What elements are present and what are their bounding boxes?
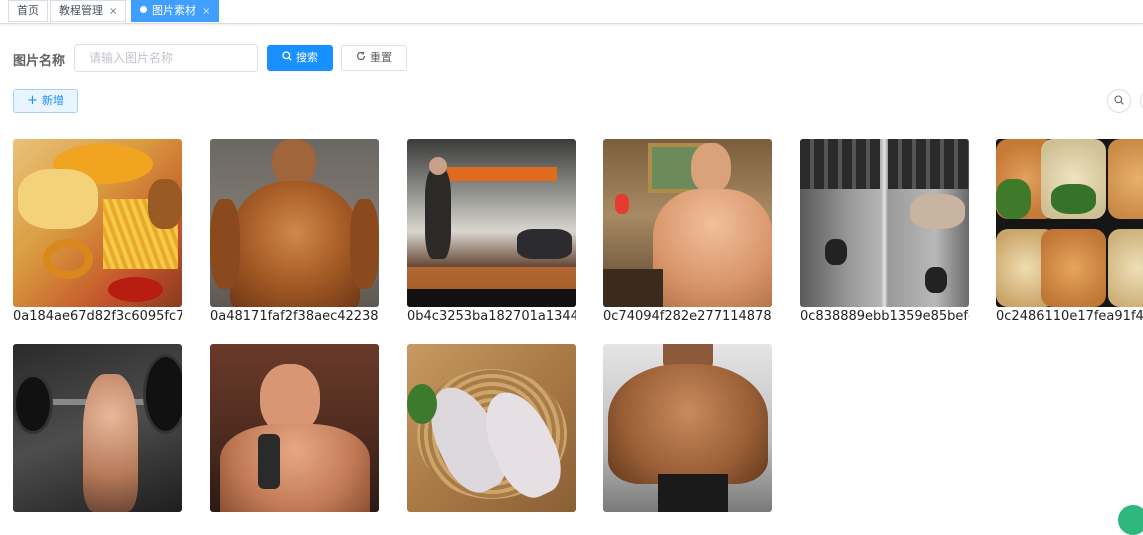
image-name: 0c838889ebb1359e85befe: [800, 309, 969, 324]
image-thumbnail-dumbbells[interactable]: [800, 139, 969, 307]
tab-home-label: 首页: [17, 4, 39, 17]
image-card[interactable]: 0a184ae67d82f3c6095fc74: [13, 139, 182, 326]
image-thumbnail-curl[interactable]: [210, 344, 379, 512]
image-name: 0a48171faf2f38aec422388: [210, 309, 379, 324]
image-name-input[interactable]: [74, 44, 258, 72]
floating-action-button[interactable]: [1118, 505, 1143, 535]
image-thumbnail-squid[interactable]: [407, 344, 576, 512]
tags-view-bar: 首页 教程管理 × 图片素材 ×: [0, 0, 1143, 24]
reset-button-label: 重置: [370, 51, 392, 64]
image-thumbnail-barbell[interactable]: [13, 344, 182, 512]
search-icon: [1114, 94, 1124, 107]
image-thumbnail-gym[interactable]: [407, 139, 576, 307]
toggle-search-button[interactable]: [1107, 89, 1131, 113]
image-name: 0a184ae67d82f3c6095fc74: [13, 309, 182, 324]
reset-button[interactable]: 重置: [341, 45, 407, 71]
search-button[interactable]: 搜索: [267, 45, 333, 71]
image-name-label: 图片名称: [13, 54, 66, 69]
tab-home[interactable]: 首页: [8, 0, 48, 22]
close-icon[interactable]: ×: [202, 6, 210, 17]
image-card[interactable]: 0c838889ebb1359e85befe: [800, 139, 969, 326]
image-card[interactable]: [13, 344, 182, 512]
active-dot-icon: [140, 6, 147, 13]
tab-tutorial-management[interactable]: 教程管理 ×: [50, 0, 127, 22]
image-name: 0c2486110e17fea91f49: [996, 309, 1143, 324]
image-card[interactable]: [603, 344, 772, 512]
search-button-label: 搜索: [296, 51, 318, 64]
image-name: 0b4c3253ba182701a1344: [407, 309, 576, 324]
image-card[interactable]: 0b4c3253ba182701a1344: [407, 139, 576, 326]
image-card[interactable]: 0c74094f282e277114878c: [603, 139, 772, 326]
add-button[interactable]: + 新增: [13, 89, 78, 113]
close-icon[interactable]: ×: [109, 6, 117, 17]
tab-tutorial-label: 教程管理: [59, 4, 103, 17]
image-thumbnail-bodybuilder[interactable]: [210, 139, 379, 307]
image-card[interactable]: [210, 344, 379, 512]
image-thumbnail-back[interactable]: [603, 344, 772, 512]
search-icon: [282, 46, 292, 70]
image-thumbnail-portrait[interactable]: [603, 139, 772, 307]
plus-icon: +: [27, 93, 38, 108]
image-card[interactable]: 0a48171faf2f38aec422388: [210, 139, 379, 326]
tab-image-label: 图片素材: [152, 4, 196, 17]
add-button-label: 新增: [41, 94, 64, 107]
image-thumbnail-meal-prep[interactable]: [996, 139, 1143, 307]
tab-image-materials[interactable]: 图片素材 ×: [131, 0, 220, 22]
image-name: 0c74094f282e277114878c: [603, 309, 772, 324]
refresh-icon: [356, 46, 366, 70]
image-card[interactable]: [407, 344, 576, 512]
image-thumbnail-fast-food[interactable]: [13, 139, 182, 307]
image-card[interactable]: 0c2486110e17fea91f49: [996, 139, 1143, 326]
